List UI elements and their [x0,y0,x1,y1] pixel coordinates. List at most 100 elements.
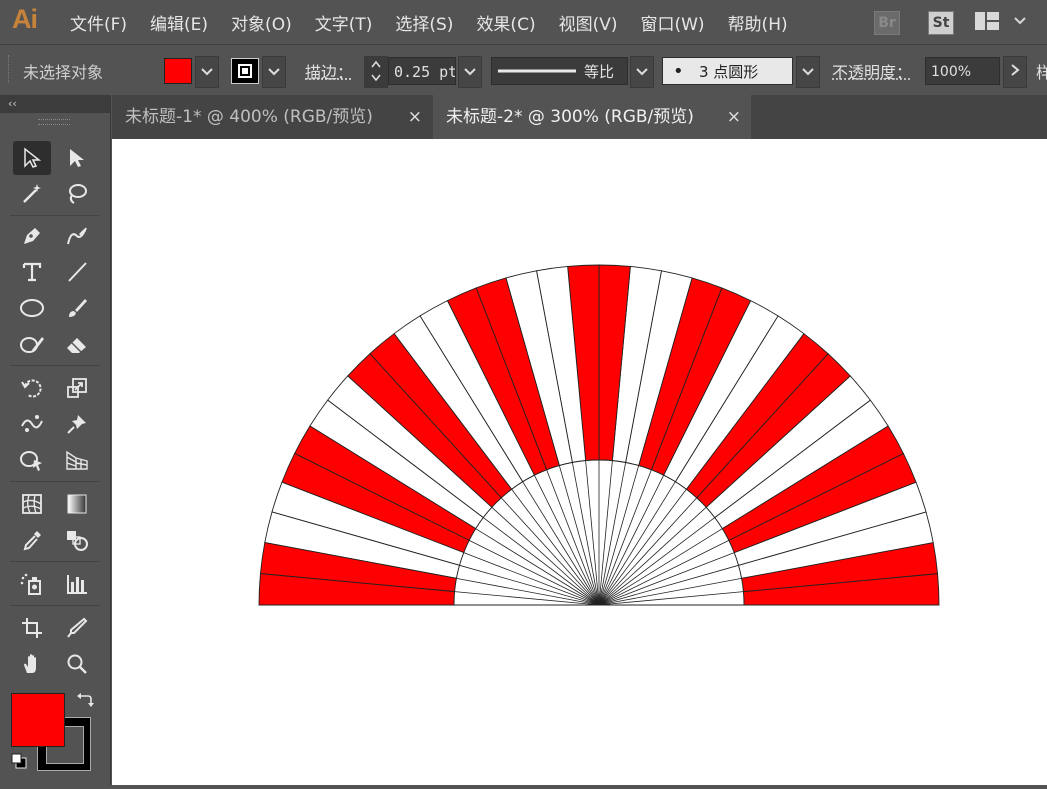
stroke-weight-stepper[interactable] [364,56,388,88]
tab-document-1[interactable]: 未标题-1* @ 400% (RGB/预览) × [112,95,432,139]
app-logo: Ai [12,4,38,34]
fill-color-box[interactable] [11,693,65,747]
gradient-tool[interactable] [58,487,96,521]
puppet-warp-tool[interactable] [58,407,96,441]
mesh-tool[interactable] [13,487,51,521]
control-bar: 未选择对象 描边： 0.25 pt 等比 • 3 点圆形 不透明度： 100% … [0,44,1047,95]
chevron-down-icon [464,68,476,76]
chevron-down-icon [268,68,280,76]
direct-selection-tool[interactable] [58,141,96,175]
eraser-tool[interactable] [58,327,96,361]
menu-effect[interactable]: 效果(C) [476,10,535,35]
selection-tool[interactable] [13,141,51,175]
chevron-down-icon [636,68,648,76]
document-tabs: 未标题-1* @ 400% (RGB/预览) × 未标题-2* @ 300% (… [112,95,1047,139]
style-label[interactable]: 样 [1036,59,1047,83]
menu-file[interactable]: 文件(F) [70,10,127,35]
fill-swatch[interactable] [164,58,192,84]
eyedropper-tool[interactable] [13,523,51,557]
slice-knife-icon [67,617,88,638]
menu-edit[interactable]: 编辑(E) [150,10,208,35]
stroke-weight-field[interactable]: 0.25 pt [388,57,456,85]
fill-dropdown[interactable] [195,56,219,88]
rotate-icon [21,379,42,398]
opacity-field[interactable]: 100% [925,57,1000,85]
magic-wand-tool[interactable] [13,177,51,211]
tab-label: 未标题-1* @ 400% (RGB/预览) [125,107,373,127]
chevron-down-icon [802,68,814,76]
menu-select[interactable]: 选择(S) [395,10,453,35]
brush-label: 3 点圆形 [699,63,759,81]
stroke-dropdown[interactable] [262,56,286,88]
perspective-grid-icon [66,450,88,470]
brush-dropdown[interactable] [796,56,820,88]
variable-width-profile[interactable]: 等比 [491,57,628,85]
stroke-weight-dropdown[interactable] [458,56,482,88]
zoom-magnifier-icon [67,654,87,674]
bridge-button[interactable]: Br [874,11,900,35]
scale-icon [67,378,87,398]
slice-tool[interactable] [58,611,96,645]
stroke-swatch[interactable] [231,58,259,84]
fan-artwork [258,264,940,606]
magic-wand-icon [23,184,41,203]
artboard-canvas[interactable] [112,139,1047,785]
opacity-arrow[interactable] [1003,56,1027,88]
opacity-label[interactable]: 不透明度： [832,59,912,83]
curvature-pen-icon [67,227,87,245]
stock-button[interactable]: St [928,11,954,35]
type-tool[interactable] [13,255,51,289]
lasso-icon [69,184,87,204]
curvature-tool[interactable] [58,219,96,253]
symbol-sprayer-tool[interactable] [13,567,51,601]
swap-colors-icon[interactable] [76,691,94,713]
rotate-tool[interactable] [13,371,51,405]
shaper-tool[interactable] [13,327,51,361]
brush-definition[interactable]: • 3 点圆形 [662,57,793,85]
stroke-label[interactable]: 描边： [305,59,353,83]
menu-help[interactable]: 帮助(H) [728,10,788,35]
line-segment-tool[interactable] [58,255,96,289]
menu-type[interactable]: 文字(T) [315,10,373,35]
direct-selection-arrow-icon [70,149,84,167]
blend-tool[interactable] [58,523,96,557]
lasso-tool[interactable] [58,177,96,211]
pen-tool[interactable] [13,219,51,253]
tool-separator [10,561,100,562]
zoom-tool[interactable] [58,647,96,681]
ellipse-tool[interactable] [13,291,51,325]
profile-label: 等比 [584,63,615,81]
tab-document-2[interactable]: 未标题-2* @ 300% (RGB/预览) × [433,95,751,139]
menu-view[interactable]: 视图(V) [559,10,618,35]
workspace-switcher[interactable] [975,12,1030,36]
eyedropper-icon [23,531,41,551]
default-colors-icon[interactable] [11,753,27,773]
shape-builder-tool[interactable] [13,443,51,477]
width-icon [21,415,43,432]
close-icon[interactable]: × [727,95,741,139]
stepper-icon [371,60,381,82]
menu-window[interactable]: 窗口(W) [640,10,704,35]
column-graph-tool[interactable] [58,567,96,601]
control-bar-grip[interactable] [8,55,12,83]
chevron-right-icon [1011,64,1020,76]
ellipse-icon [20,299,44,317]
close-icon[interactable]: × [408,95,422,139]
menu-object[interactable]: 对象(O) [231,10,292,35]
stroke-icon [238,64,252,78]
tool-separator [10,365,100,366]
column-graph-icon [67,575,87,594]
artboard-tool[interactable] [13,611,51,645]
perspective-grid-tool[interactable] [58,443,96,477]
paintbrush-tool[interactable] [58,291,96,325]
hand-tool[interactable] [13,647,51,681]
mesh-icon [22,494,42,514]
width-tool[interactable] [13,407,51,441]
tools-grip[interactable] [38,119,70,125]
profile-dropdown[interactable] [630,56,654,88]
scale-tool[interactable] [58,371,96,405]
tools-collapse[interactable]: ‹‹ [0,95,110,113]
tab-label: 未标题-2* @ 300% (RGB/预览) [446,107,694,127]
menu-items: 文件(F) 编辑(E) 对象(O) 文字(T) 选择(S) 效果(C) 视图(V… [70,10,811,35]
profile-line-icon [498,69,576,73]
